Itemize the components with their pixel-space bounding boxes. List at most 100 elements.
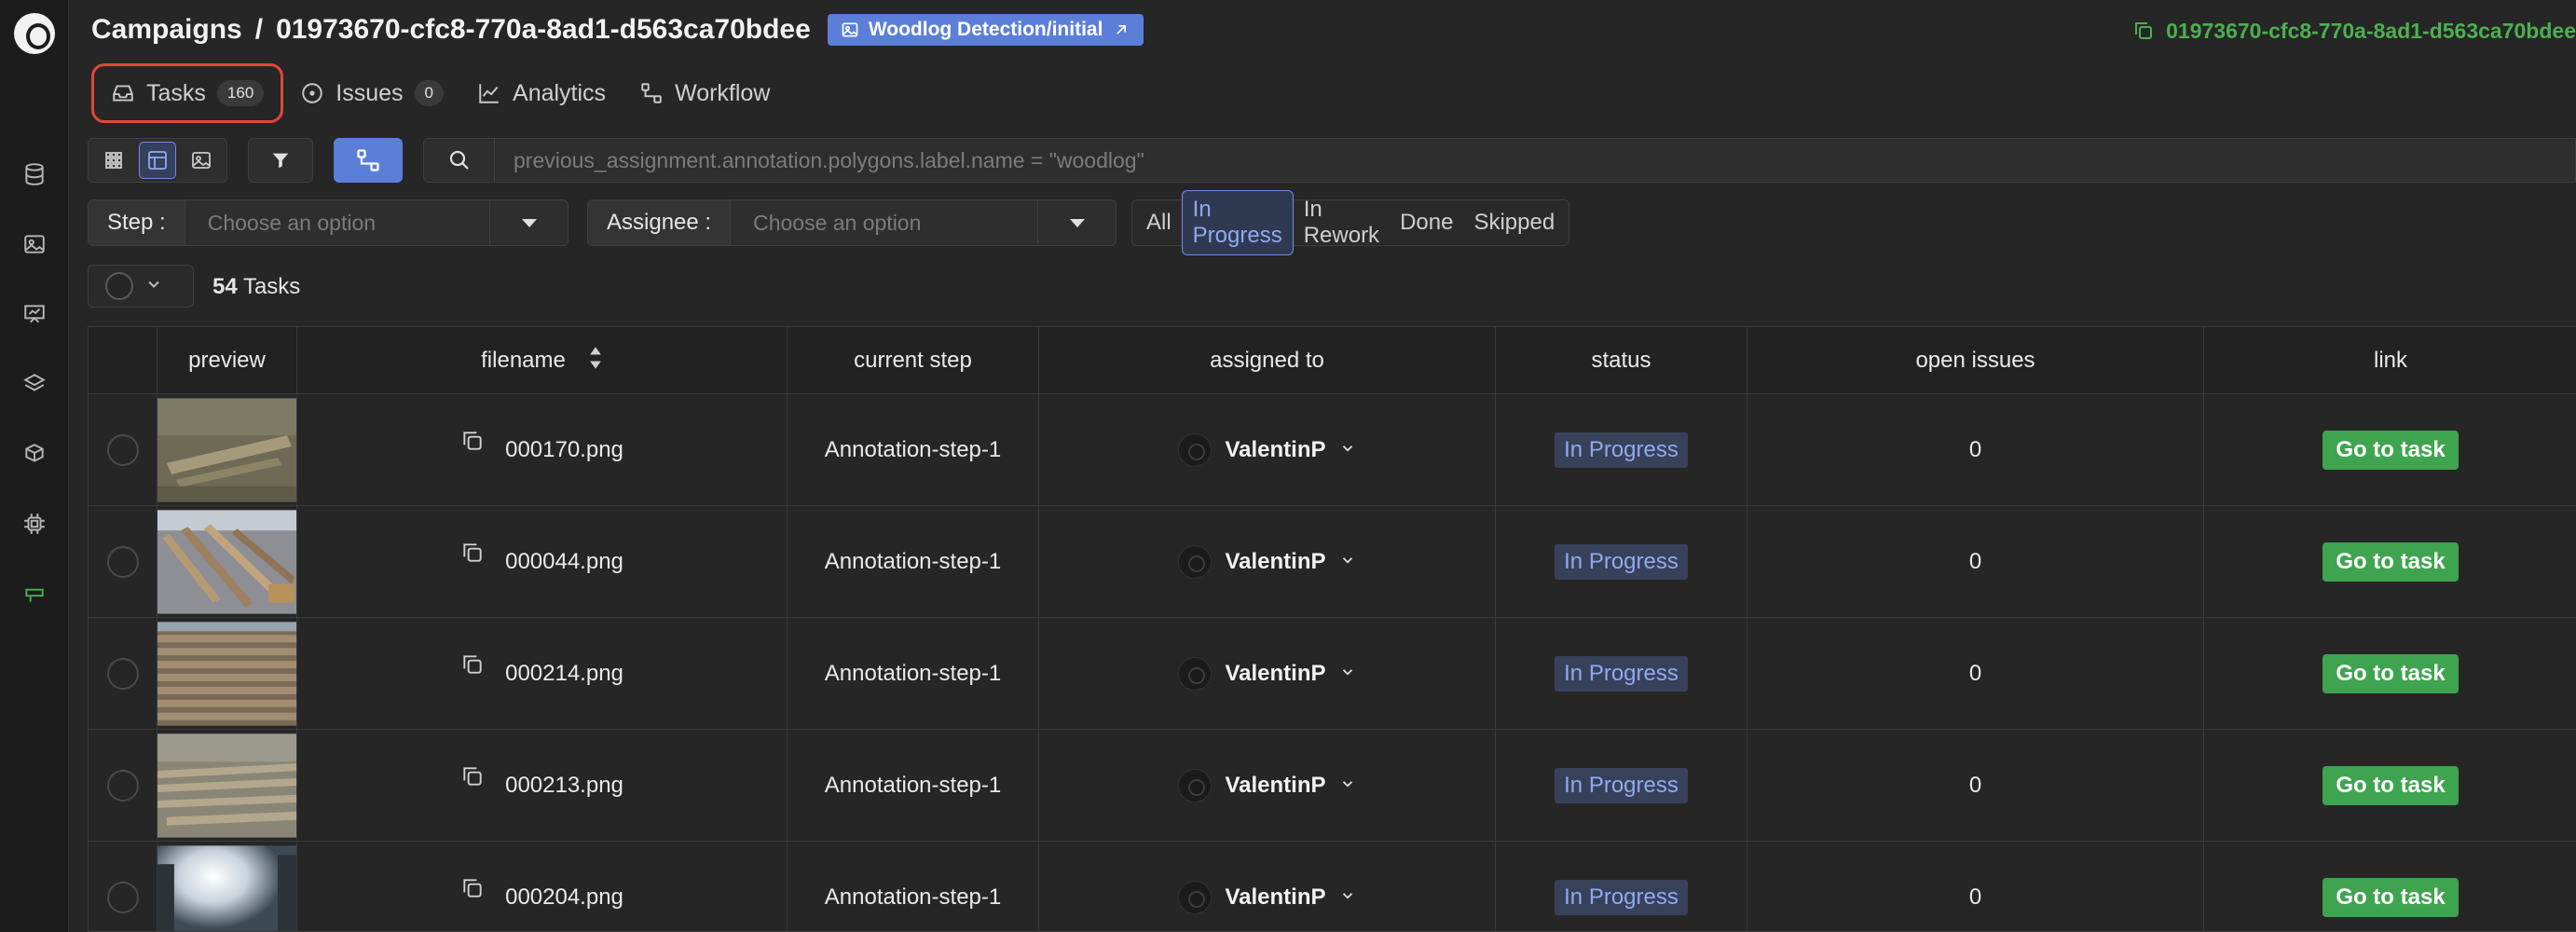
- row-select-cell: [89, 842, 158, 931]
- search-icon[interactable]: [424, 138, 495, 183]
- avatar: [1178, 657, 1213, 691]
- dataset-badge[interactable]: Woodlog Detection/initial: [827, 14, 1144, 46]
- layers-icon[interactable]: [21, 370, 48, 398]
- workflow-filter-button[interactable]: [334, 138, 403, 183]
- chevron-down-icon[interactable]: [1339, 773, 1356, 799]
- preview-image[interactable]: [158, 398, 296, 502]
- filename-text: 000170.png: [505, 437, 623, 462]
- status-cell: In Progress: [1496, 506, 1747, 618]
- database-icon[interactable]: [21, 160, 48, 188]
- chevron-down-icon[interactable]: [489, 200, 568, 245]
- image-icon[interactable]: [21, 230, 48, 258]
- chevron-down-icon[interactable]: [1339, 661, 1356, 687]
- status-filter: All In Progress In Rework Done Skipped: [1131, 190, 1570, 255]
- filter-button[interactable]: [248, 138, 313, 183]
- status-in-progress[interactable]: In Progress: [1181, 190, 1294, 255]
- select-all-checkbox[interactable]: [105, 272, 133, 300]
- tab-workflow[interactable]: Workflow: [623, 63, 787, 123]
- chevron-down-icon[interactable]: [1037, 200, 1116, 245]
- training-icon[interactable]: [21, 300, 48, 328]
- preview-cell: [158, 506, 297, 618]
- select-all-dropdown[interactable]: [88, 265, 194, 308]
- chevron-down-icon[interactable]: [1339, 437, 1356, 463]
- workflow-icon: [357, 149, 379, 171]
- chart-icon: [479, 84, 499, 103]
- assignee-dropdown[interactable]: ValentinP: [1178, 881, 1355, 914]
- avatar: [1178, 545, 1213, 579]
- tab-bar: Tasks 160 Issues 0 Analytics Workflow: [91, 63, 787, 123]
- chevron-down-icon[interactable]: [1339, 884, 1356, 911]
- table-view-button[interactable]: [138, 142, 176, 179]
- copy-icon[interactable]: [460, 429, 485, 453]
- tab-issues-label: Issues: [336, 79, 404, 106]
- preview-image[interactable]: [158, 733, 296, 838]
- table-row: 000213.png Annotation-step-1 ValentinP In P…: [89, 730, 2576, 842]
- tab-analytics[interactable]: Analytics: [460, 63, 623, 123]
- filename-cell: 000213.png: [297, 730, 788, 842]
- preview-image[interactable]: [158, 622, 296, 726]
- step-placeholder: Choose an option: [207, 210, 377, 235]
- preview-image[interactable]: [158, 845, 296, 932]
- copy-icon[interactable]: [460, 764, 485, 788]
- search-input[interactable]: [495, 139, 2575, 182]
- filename-text: 000044.png: [505, 549, 623, 574]
- breadcrumb-campaigns[interactable]: Campaigns: [91, 14, 242, 46]
- row-select-cell: [89, 730, 158, 842]
- go-to-task-button[interactable]: Go to task: [2323, 654, 2459, 693]
- assignee-dropdown[interactable]: ValentinP: [1178, 769, 1355, 802]
- status-all[interactable]: All: [1136, 204, 1182, 241]
- status-skipped[interactable]: Skipped: [1463, 204, 1565, 241]
- campaign-icon[interactable]: [21, 580, 48, 608]
- header-select: [89, 327, 158, 394]
- model-icon[interactable]: [21, 440, 48, 468]
- row-checkbox[interactable]: [106, 882, 139, 913]
- sort-icon[interactable]: [588, 345, 603, 377]
- assignee-dropdown[interactable]: ValentinP: [1178, 433, 1355, 467]
- copy-icon[interactable]: [460, 652, 485, 677]
- filename-cell: 000204.png: [297, 842, 788, 931]
- image-icon: [191, 152, 211, 169]
- status-in-rework[interactable]: In Rework: [1294, 191, 1390, 254]
- table-row: 000044.png Annotation-step-1 ValentinP In P…: [89, 506, 2576, 618]
- image-icon: [842, 22, 858, 37]
- table-row: 000170.png Annotation-step-1 ValentinP In P…: [89, 394, 2576, 506]
- image-view-button[interactable]: [183, 142, 220, 179]
- chevron-down-icon[interactable]: [144, 275, 163, 298]
- assignee-dropdown[interactable]: ValentinP: [1178, 545, 1355, 579]
- go-to-task-button[interactable]: Go to task: [2323, 878, 2459, 917]
- header-filename[interactable]: filename: [297, 327, 788, 394]
- breadcrumb: Campaigns / 01973670-cfc8-770a-8ad1-d563…: [91, 13, 1144, 47]
- inbox-icon: [113, 85, 133, 102]
- app-logo[interactable]: [14, 13, 55, 54]
- step-select[interactable]: Step : Choose an option: [88, 199, 569, 246]
- preview-image[interactable]: [158, 510, 296, 614]
- header-open-issues: open issues: [1747, 327, 2204, 394]
- assigned-to-cell: ValentinP: [1039, 842, 1496, 931]
- go-to-task-button[interactable]: Go to task: [2323, 766, 2459, 805]
- assigned-to-cell: ValentinP: [1039, 618, 1496, 730]
- status-done[interactable]: Done: [1390, 204, 1463, 241]
- row-checkbox[interactable]: [106, 658, 139, 690]
- go-to-task-button[interactable]: Go to task: [2323, 431, 2459, 470]
- row-checkbox[interactable]: [106, 434, 139, 466]
- settings-chip-icon[interactable]: [21, 510, 48, 538]
- row-select-cell: [89, 618, 158, 730]
- tab-tasks[interactable]: Tasks 160: [91, 63, 284, 123]
- copy-icon[interactable]: [460, 541, 485, 565]
- go-to-task-button[interactable]: Go to task: [2323, 542, 2459, 582]
- current-step-cell: Annotation-step-1: [788, 618, 1039, 730]
- row-checkbox[interactable]: [106, 770, 139, 802]
- external-link-icon: [1117, 25, 1127, 34]
- step-label: Step :: [89, 200, 185, 245]
- header-current-step: current step: [788, 327, 1039, 394]
- copy-icon[interactable]: [460, 876, 485, 900]
- tab-issues[interactable]: Issues 0: [283, 63, 460, 123]
- chevron-down-icon[interactable]: [1339, 549, 1356, 575]
- grid-view-button[interactable]: [95, 142, 132, 179]
- row-checkbox[interactable]: [106, 546, 139, 578]
- assignee-dropdown[interactable]: ValentinP: [1178, 657, 1355, 691]
- assignee-select[interactable]: Assignee : Choose an option: [587, 199, 1117, 246]
- task-count-number: 54: [212, 274, 238, 299]
- row-select-cell: [89, 394, 158, 506]
- copy-campaign-id[interactable]: 01973670-cfc8-770a-8ad1-d563ca70bdee: [2132, 17, 2576, 45]
